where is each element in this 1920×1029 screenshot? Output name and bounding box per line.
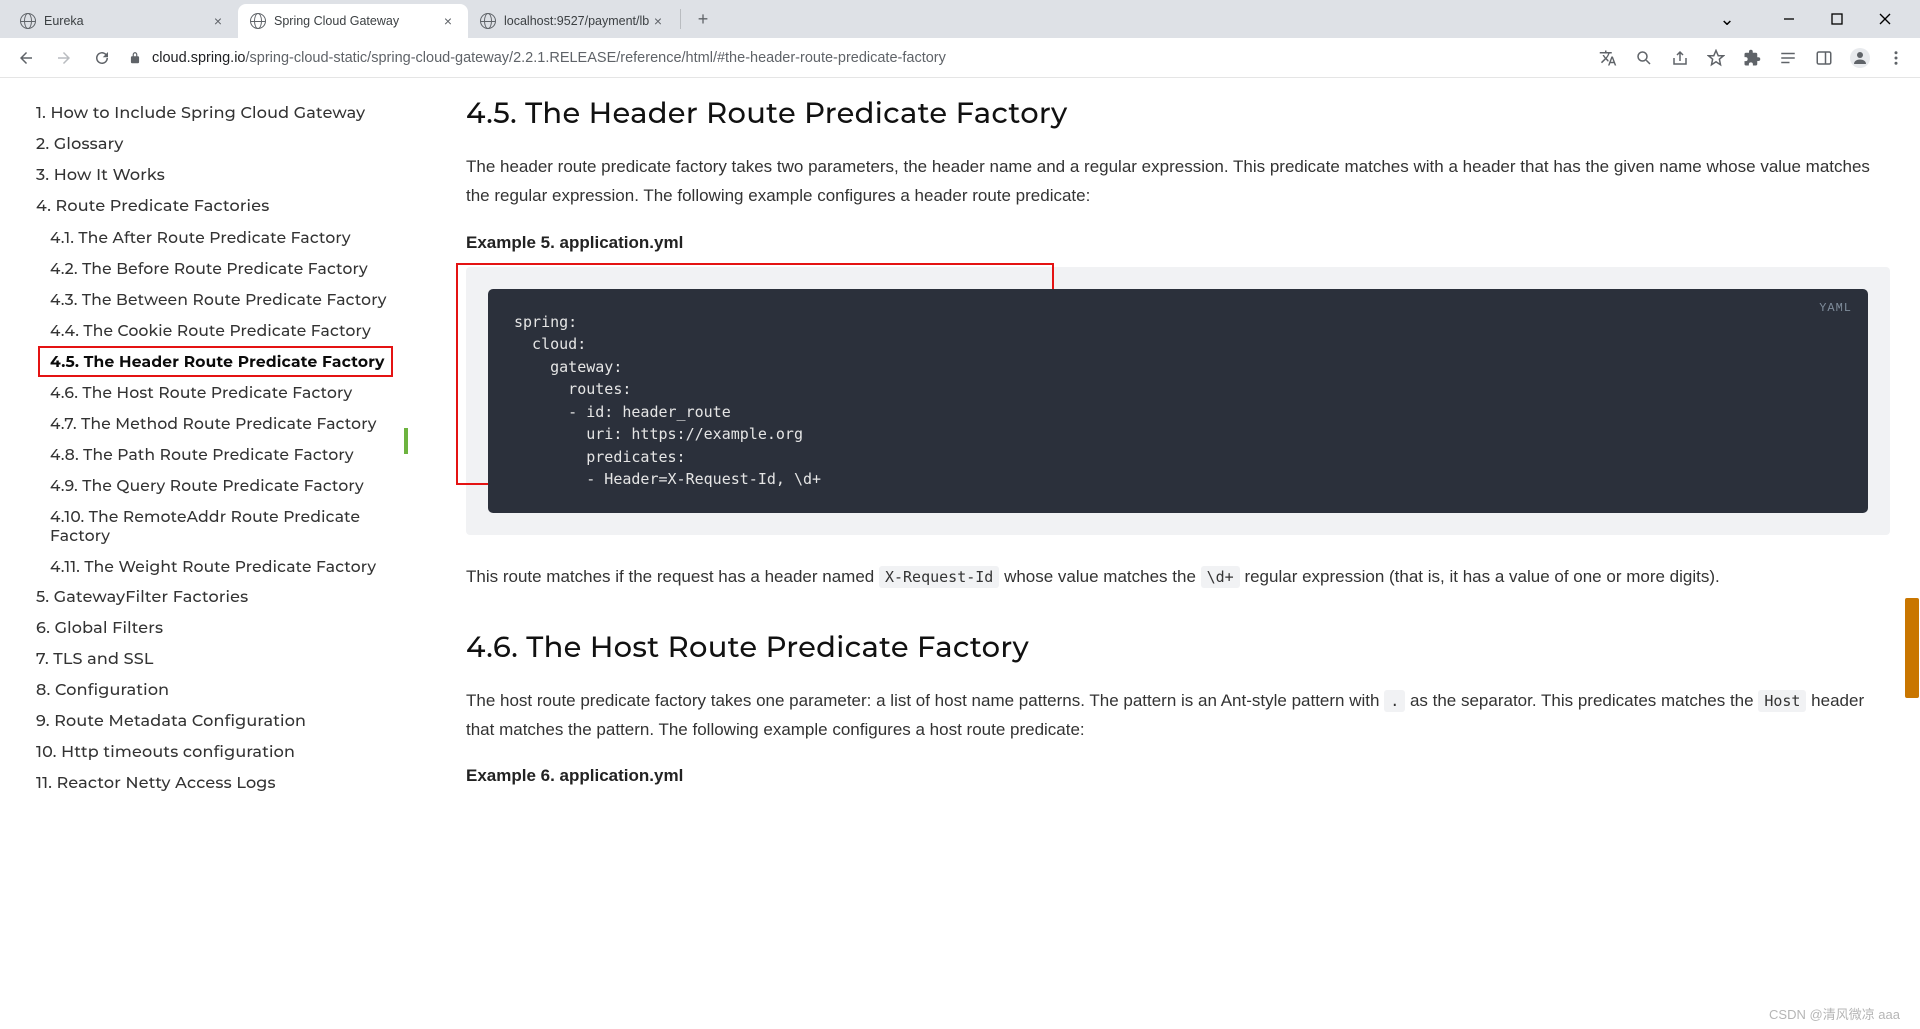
browser-tab-strip: Eureka × Spring Cloud Gateway × localhos… xyxy=(0,0,1920,38)
minimize-icon[interactable] xyxy=(1774,4,1804,34)
inline-code: . xyxy=(1384,690,1405,712)
toc-item[interactable]: 5. GatewayFilter Factories xyxy=(36,582,412,613)
toc-item[interactable]: 7. TLS and SSL xyxy=(36,644,412,675)
profile-avatar[interactable] xyxy=(1850,48,1870,68)
reading-list-icon[interactable] xyxy=(1778,48,1798,68)
toc-item[interactable]: 4.4. The Cookie Route Predicate Factory xyxy=(36,315,412,346)
inline-code: X-Request-Id xyxy=(879,566,999,588)
tab-spring-cloud-gateway[interactable]: Spring Cloud Gateway × xyxy=(238,4,468,38)
url-path: /spring-cloud-static/spring-cloud-gatewa… xyxy=(246,50,946,66)
current-section-marker xyxy=(404,428,408,454)
reload-button[interactable] xyxy=(90,46,114,70)
tab-localhost[interactable]: localhost:9527/payment/lb × xyxy=(468,4,678,38)
inline-code: \d+ xyxy=(1201,566,1240,588)
window-controls: ⌄ xyxy=(1712,4,1912,34)
code-block: YAML spring: cloud: gateway: routes: - i… xyxy=(488,289,1868,513)
address-bar[interactable]: cloud.spring.io/spring-cloud-static/spri… xyxy=(128,50,1584,66)
toc-item[interactable]: 2. Glossary xyxy=(36,129,412,160)
url-host: cloud.spring.io xyxy=(152,50,246,66)
toc-item[interactable]: 3. How It Works xyxy=(36,160,412,191)
globe-icon xyxy=(480,13,496,29)
toolbar-icons xyxy=(1598,48,1906,68)
toc-item[interactable]: 4.1. The After Route Predicate Factory xyxy=(36,222,412,253)
section-heading-4-6: 4.6. The Host Route Predicate Factory xyxy=(466,630,1890,665)
share-icon[interactable] xyxy=(1670,48,1690,68)
example-title: Example 5. application.yml xyxy=(466,233,1890,253)
main-content[interactable]: 4.5. The Header Route Predicate Factory … xyxy=(432,78,1920,1029)
translate-icon[interactable] xyxy=(1598,48,1618,68)
tab-title: localhost:9527/payment/lb xyxy=(504,14,649,28)
paragraph: This route matches if the request has a … xyxy=(466,563,1890,592)
toc-item[interactable]: 4.3. The Between Route Predicate Factory xyxy=(36,284,412,315)
sidepanel-icon[interactable] xyxy=(1814,48,1834,68)
toc-item[interactable]: 4.7. The Method Route Predicate Factory xyxy=(36,408,412,439)
maximize-icon[interactable] xyxy=(1822,4,1852,34)
code-language-label: YAML xyxy=(1819,299,1852,317)
tab-eureka[interactable]: Eureka × xyxy=(8,4,238,38)
paragraph: The header route predicate factory takes… xyxy=(466,153,1890,211)
toc-item[interactable]: 6. Global Filters xyxy=(36,613,412,644)
toc-item[interactable]: 9. Route Metadata Configuration xyxy=(36,706,412,737)
code-example-block: YAML spring: cloud: gateway: routes: - i… xyxy=(466,267,1890,535)
tab-title: Eureka xyxy=(44,14,84,28)
code-content: spring: cloud: gateway: routes: - id: he… xyxy=(514,311,1842,491)
tab-separator xyxy=(680,9,681,29)
extensions-icon[interactable] xyxy=(1742,48,1762,68)
toc-sidebar[interactable]: 1. How to Include Spring Cloud Gateway2.… xyxy=(0,78,432,1029)
bookmark-icon[interactable] xyxy=(1706,48,1726,68)
example-title: Example 6. application.yml xyxy=(466,766,1890,786)
menu-icon[interactable] xyxy=(1886,48,1906,68)
toc-item[interactable]: 4.11. The Weight Route Predicate Factory xyxy=(36,551,412,582)
toc-item[interactable]: 4. Route Predicate Factories xyxy=(36,191,412,222)
zoom-icon[interactable] xyxy=(1634,48,1654,68)
toc-item[interactable]: 4.9. The Query Route Predicate Factory xyxy=(36,470,412,501)
browser-toolbar: cloud.spring.io/spring-cloud-static/spri… xyxy=(0,38,1920,78)
globe-icon xyxy=(20,13,36,29)
lock-icon xyxy=(128,51,142,65)
close-window-icon[interactable] xyxy=(1870,4,1900,34)
toc-item[interactable]: 4.2. The Before Route Predicate Factory xyxy=(36,253,412,284)
back-button[interactable] xyxy=(14,46,38,70)
watermark: CSDN @清风微凉 aaa xyxy=(1769,1004,1900,1023)
close-icon[interactable]: × xyxy=(210,13,226,29)
forward-button[interactable] xyxy=(52,46,76,70)
close-icon[interactable]: × xyxy=(440,13,456,29)
toc-item[interactable]: 1. How to Include Spring Cloud Gateway xyxy=(36,98,412,129)
close-icon[interactable]: × xyxy=(650,13,666,29)
toc-item[interactable]: 4.6. The Host Route Predicate Factory xyxy=(36,377,412,408)
toc-item[interactable]: 10. Http timeouts configuration xyxy=(36,737,412,768)
section-heading-4-5: 4.5. The Header Route Predicate Factory xyxy=(466,96,1890,131)
toc-item[interactable]: 4.5. The Header Route Predicate Factory xyxy=(38,346,393,377)
paragraph: The host route predicate factory takes o… xyxy=(466,687,1890,745)
chevron-down-icon[interactable]: ⌄ xyxy=(1712,4,1742,34)
toc-item[interactable]: 4.10. The RemoteAddr Route Predicate Fac… xyxy=(36,501,412,551)
toc-item[interactable]: 11. Reactor Netty Access Logs xyxy=(36,768,412,799)
toc-item[interactable]: 4.8. The Path Route Predicate Factory xyxy=(36,439,412,470)
inline-code: Host xyxy=(1758,690,1806,712)
toc-item[interactable]: 8. Configuration xyxy=(36,675,412,706)
new-tab-button[interactable]: + xyxy=(689,5,717,33)
scrollbar-thumb[interactable] xyxy=(1905,598,1919,698)
tab-title: Spring Cloud Gateway xyxy=(274,14,399,28)
globe-icon xyxy=(250,13,266,29)
